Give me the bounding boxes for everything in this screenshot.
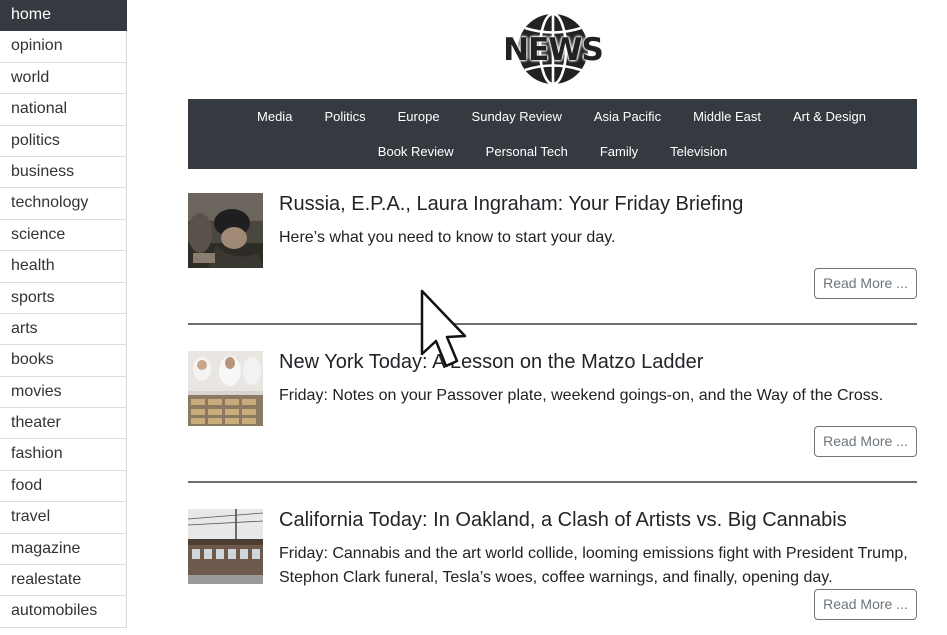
sidebar-item-sports[interactable]: sports (0, 282, 127, 314)
sidebar-item-magazine[interactable]: magazine (0, 533, 127, 566)
nav-link-family[interactable]: Family (584, 144, 654, 159)
nav-link-media[interactable]: Media (241, 109, 308, 124)
article-abstract: Friday: Notes on your Passover plate, we… (279, 387, 884, 404)
nav-link-politics[interactable]: Politics (308, 109, 381, 124)
article-thumbnail[interactable] (188, 509, 263, 584)
sidebar-item-world[interactable]: world (0, 62, 127, 95)
nav-link-middle-east[interactable]: Middle East (677, 109, 777, 124)
article-headline[interactable]: New York Today: A Lesson on the Matzo La… (279, 351, 703, 374)
article-abstract: Here’s what you need to know to start yo… (279, 229, 616, 246)
article-abstract: Friday: Cannabis and the art world colli… (279, 545, 908, 586)
article-thumbnail[interactable] (188, 193, 263, 268)
sidebar-item-business[interactable]: business (0, 156, 127, 189)
article-headline[interactable]: California Today: In Oakland, a Clash of… (279, 509, 847, 532)
nav-link-sunday-review[interactable]: Sunday Review (456, 109, 578, 124)
sidebar-item-theater[interactable]: theater (0, 408, 127, 440)
sidebar-item-automobiles[interactable]: automobiles (0, 596, 127, 628)
divider (188, 323, 917, 325)
sidebar-item-food[interactable]: food (0, 470, 127, 503)
sidebar-item-science[interactable]: science (0, 219, 127, 252)
read-more-button[interactable]: Read More ... (814, 268, 917, 299)
sidebar-item-books[interactable]: books (0, 345, 127, 377)
article-thumbnail[interactable] (188, 351, 263, 426)
article-card: Russia, E.P.A., Laura Ingraham: Your Fri… (188, 193, 917, 299)
nav-link-book-review[interactable]: Book Review (362, 144, 470, 159)
article-card: New York Today: A Lesson on the Matzo La… (188, 351, 917, 457)
divider (188, 481, 917, 483)
nav-link-asia-pacific[interactable]: Asia Pacific (578, 109, 677, 124)
sidebar-item-movies[interactable]: movies (0, 376, 127, 409)
news-logo[interactable]: NEWS (501, 13, 605, 85)
logo-text: NEWS (503, 32, 604, 68)
read-more-button[interactable]: Read More ... (814, 426, 917, 457)
sidebar-item-opinion[interactable]: opinion (0, 31, 127, 63)
sidebar-item-national[interactable]: national (0, 94, 127, 126)
article-headline[interactable]: Russia, E.P.A., Laura Ingraham: Your Fri… (279, 193, 743, 216)
nav-link-personal-tech[interactable]: Personal Tech (470, 144, 584, 159)
sidebar-item-travel[interactable]: travel (0, 502, 127, 534)
article-card: California Today: In Oakland, a Clash of… (188, 509, 917, 621)
nav-link-television[interactable]: Television (654, 144, 743, 159)
sidebar-item-realestate[interactable]: realestate (0, 565, 127, 597)
sidebar-item-politics[interactable]: politics (0, 125, 127, 157)
nav-link-art-design[interactable]: Art & Design (777, 109, 882, 124)
sidebar-item-home[interactable]: home (0, 0, 127, 32)
sidebar: home opinion world national politics bus… (0, 0, 127, 628)
sidebar-item-fashion[interactable]: fashion (0, 439, 127, 471)
section-navbar: Media Politics Europe Sunday Review Asia… (188, 99, 917, 169)
sidebar-item-technology[interactable]: technology (0, 188, 127, 220)
sidebar-item-arts[interactable]: arts (0, 313, 127, 346)
nav-link-europe[interactable]: Europe (382, 109, 456, 124)
read-more-button[interactable]: Read More ... (814, 589, 917, 620)
sidebar-item-health[interactable]: health (0, 251, 127, 283)
